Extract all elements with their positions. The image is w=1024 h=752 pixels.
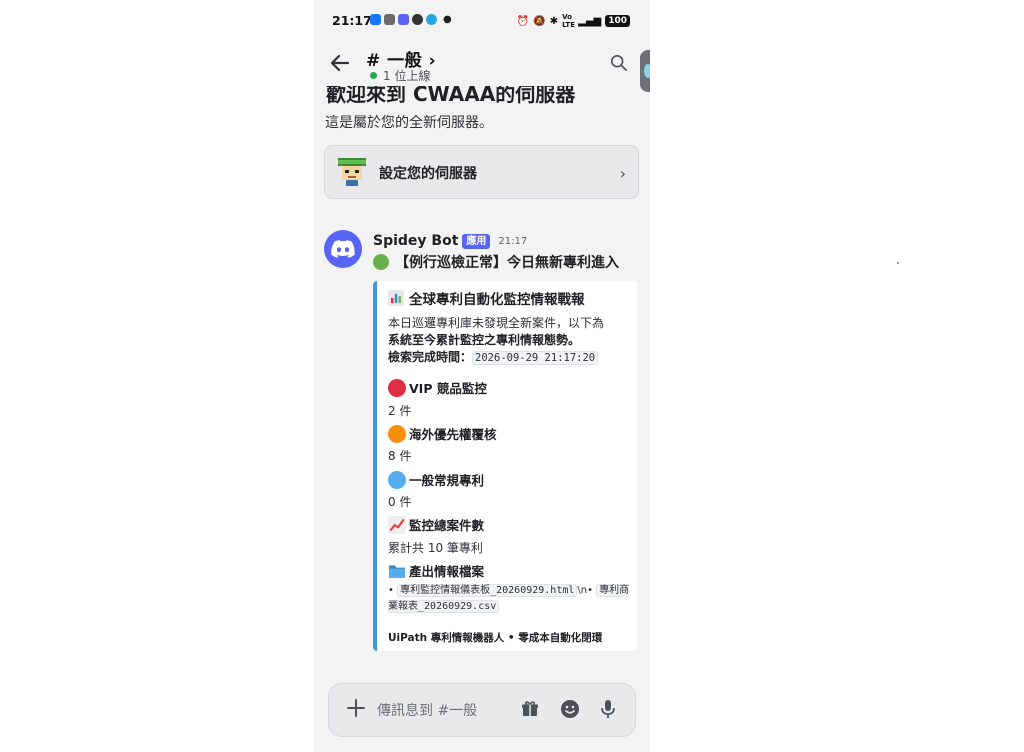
green-circle-icon [373, 254, 389, 270]
field-vip-name: VIP 競品監控 [409, 381, 487, 396]
app-badge: 應用 [462, 233, 491, 249]
plus-icon[interactable] [345, 697, 367, 719]
blue-circle-icon [388, 470, 406, 489]
search-icon[interactable] [610, 54, 628, 72]
field-general-name: 一般常規專利 [409, 473, 485, 488]
file-html: 專利監控情報儀表板_20260929.html [397, 584, 578, 597]
setup-server-button[interactable]: 設定您的伺服器 › [324, 145, 639, 199]
message-text: 【例行巡檢正常】今日無新專利進入 [395, 255, 619, 271]
more-dot-icon: ● [443, 14, 452, 25]
field-total-value: 累計共 10 筆專利 [388, 541, 483, 555]
message-timestamp: 21:17 [498, 235, 528, 247]
phone-screen: 21:17 ● ⏰ 🔕 ✱ Vo LTE ▂▄▆ 100 # 一般 › 1 位上… [314, 0, 650, 752]
red-circle-icon [388, 378, 406, 397]
stray-dot [897, 262, 899, 264]
chart-increasing-icon [388, 515, 406, 534]
setup-server-label: 設定您的伺服器 [379, 166, 477, 182]
discord-logo-icon [331, 240, 355, 258]
signal-icon: ▂▄▆ [578, 15, 602, 27]
search-time-value: 2026-09-29 21:17:20 [472, 351, 599, 365]
pixel-avatar-icon [338, 158, 366, 186]
app-icon [384, 14, 395, 25]
author-name[interactable]: Spidey Bot [373, 233, 458, 249]
desc-line2: 系統至今累計監控之專利情報態勢。 [388, 333, 581, 347]
notification-icons: ● [370, 14, 452, 25]
discord-icon [398, 14, 409, 25]
emoji-icon[interactable] [560, 699, 580, 719]
chat-icon [412, 14, 423, 25]
message-header: Spidey Bot 應用 21:17 [373, 233, 527, 249]
telegram-icon [426, 14, 437, 25]
field-overseas-value: 8 件 [388, 449, 412, 463]
alarm-icon: ⏰ [516, 15, 530, 27]
embed-card: 全球專利自動化監控情報戰報 本日巡邏專利庫未發現全新案件，以下為 系統至今累計監… [373, 281, 637, 651]
status-time: 21:17 [332, 13, 372, 28]
chevron-right-icon: › [619, 164, 626, 183]
bluetooth-icon: ✱ [549, 15, 559, 27]
online-count: 1 位上線 [383, 69, 431, 83]
mute-icon: 🔕 [533, 15, 546, 27]
file-list: • 專利監控情報儀表板_20260929.html \n• 專利商業報表_2026… [388, 583, 633, 615]
embed-footer: UiPath 專利情報機器人 • 零成本自動化閉環 [388, 632, 603, 644]
field-files-name: 產出情報檔案 [409, 564, 485, 579]
message-input[interactable]: 傳訊息到 #一般 [377, 700, 477, 720]
system-icons: ⏰ 🔕 ✱ Vo LTE ▂▄▆ 100 [517, 13, 630, 29]
facebook-icon [370, 14, 381, 25]
channel-header: # 一般 › 1 位上線 [314, 44, 650, 86]
field-files: 產出情報檔案 [388, 561, 484, 580]
online-dot-icon [370, 72, 377, 79]
field-overseas: 海外優先權覆核 [388, 424, 497, 443]
embed-title-text: 全球專利自動化監控情報戰報 [409, 292, 585, 308]
message-content: 【例行巡檢正常】今日無新專利進入 [373, 252, 619, 272]
field-general: 一般常規專利 [388, 470, 484, 489]
field-overseas-name: 海外優先權覆核 [409, 427, 497, 442]
status-bar: 21:17 ● ⏰ 🔕 ✱ Vo LTE ▂▄▆ 100 [314, 0, 650, 44]
bot-avatar[interactable] [324, 230, 362, 268]
file-bullet: • [388, 585, 394, 596]
search-time-label: 檢索完成時間： [388, 350, 473, 364]
embed-accent-bar [373, 281, 377, 651]
field-vip-value: 2 件 [388, 404, 412, 418]
field-total: 監控總案件數 [388, 515, 484, 534]
bar-chart-icon [388, 290, 404, 306]
gift-icon[interactable] [521, 700, 539, 718]
embed-description: 本日巡邏專利庫未發現全新案件，以下為 系統至今累計監控之專利情報態勢。 檢索完成… [388, 315, 633, 367]
member-drawer-handle[interactable] [640, 50, 650, 92]
field-vip: VIP 競品監控 [388, 378, 487, 397]
back-arrow-icon[interactable] [328, 51, 352, 75]
volte-icon: Vo LTE [562, 13, 575, 29]
welcome-subtitle: 這是屬於您的全新伺服器。 [325, 115, 493, 131]
desc-line1: 本日巡邏專利庫未發現全新案件，以下為 [388, 316, 605, 330]
file-separator: \n• [577, 585, 593, 596]
orange-circle-icon [388, 424, 406, 443]
message-composer: 傳訊息到 #一般 [328, 683, 636, 737]
embed-title: 全球專利自動化監控情報戰報 [388, 288, 585, 308]
field-total-name: 監控總案件數 [409, 518, 485, 533]
microphone-icon[interactable] [599, 699, 617, 719]
battery-icon: 100 [605, 15, 630, 27]
field-general-value: 0 件 [388, 495, 412, 509]
folder-icon [389, 564, 405, 578]
online-status: 1 位上線 [370, 67, 430, 84]
